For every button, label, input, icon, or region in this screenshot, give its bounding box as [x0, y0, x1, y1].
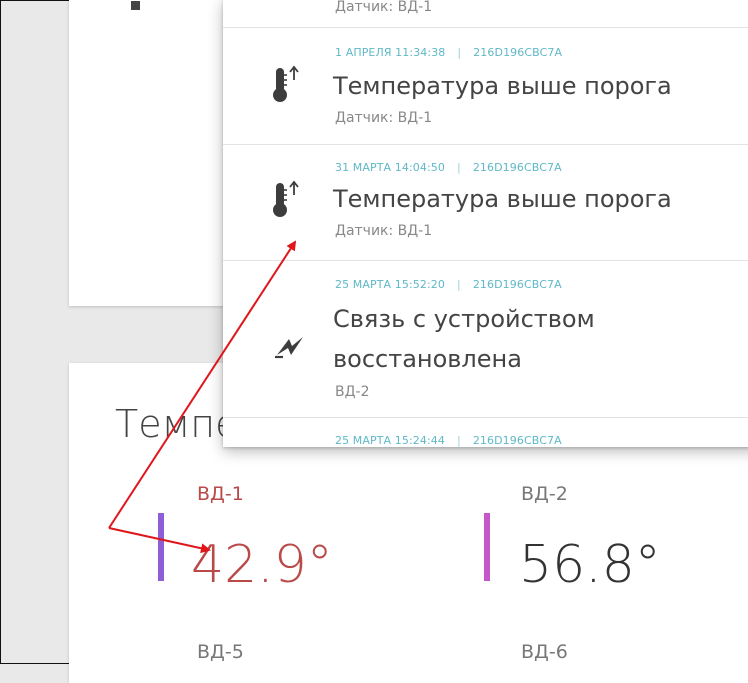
connection-restored-icon	[275, 337, 303, 359]
notification-item[interactable]: 25 МАРТА 15:24:44 | 216D196CBC7A	[223, 417, 748, 447]
notification-sensor: Датчик: ВД-1	[335, 223, 433, 239]
notification-meta: 31 МАРТА 14:04:50 | 216D196CBC7A	[335, 161, 562, 174]
notification-sensor: Датчик: ВД-1	[335, 110, 433, 126]
sensor-vd6[interactable]: ВД-6	[521, 641, 568, 663]
sensor-vd2[interactable]: ВД-2	[521, 483, 568, 505]
sensor-name: ВД-2	[521, 483, 568, 505]
notification-device-id: 216D196CBC7A	[472, 278, 562, 291]
notification-message-line1: Связь с устройством	[333, 305, 595, 333]
thermometer-up-icon	[273, 65, 299, 102]
sensor-vd1[interactable]: ВД-1	[197, 483, 244, 505]
notification-item[interactable]: Датчик: ВД-1	[223, 0, 748, 25]
notification-meta: 1 АПРЕЛЯ 11:34:38 | 216D196CBC7A	[335, 46, 562, 59]
notification-item[interactable]: 1 АПРЕЛЯ 11:34:38 | 216D196CBC7A Температу…	[223, 27, 748, 145]
notification-device-id: 216D196CBC7A	[473, 46, 563, 59]
notification-separator: |	[457, 278, 461, 291]
sensor-name: ВД-1	[197, 483, 244, 505]
notification-separator: |	[457, 46, 462, 59]
upper-card-glyph	[131, 1, 140, 10]
notifications-dropdown[interactable]: Датчик: ВД-1 1 АПРЕЛЯ 11:34:38 | 216D196CB…	[223, 0, 748, 447]
notification-datetime: 25 МАРТА 15:52:20	[335, 278, 445, 291]
screenshot-frame: Температура ВД-1 42.9° ВД-2 56.8° ВД-5 В…	[0, 0, 748, 683]
notification-meta: 25 МАРТА 15:24:44 | 216D196CBC7A	[335, 434, 562, 447]
notification-item[interactable]: 25 МАРТА 15:52:20 | 216D196CBC7A Связь с у…	[223, 260, 748, 418]
notification-datetime: 25 МАРТА 15:24:44	[335, 434, 445, 447]
sensor-name: ВД-6	[521, 641, 568, 663]
notification-message-line2: восстановлена	[333, 345, 522, 373]
notification-item[interactable]: 31 МАРТА 14:04:50 | 216D196CBC7A Температу…	[223, 144, 748, 261]
notification-message: Температура выше порога	[333, 72, 672, 100]
notification-separator: |	[457, 434, 461, 447]
notification-datetime: 1 АПРЕЛЯ 11:34:38	[335, 46, 446, 59]
notification-device-id: 216D196CBC7A	[472, 434, 562, 447]
notification-separator: |	[457, 161, 461, 174]
sensor-vd5[interactable]: ВД-5	[197, 641, 244, 663]
sensor-vd2-color-bar	[484, 513, 490, 581]
thermometer-up-icon	[273, 180, 299, 217]
sensor-vd1-value: 42.9°	[191, 535, 333, 595]
sensor-vd1-color-bar	[158, 513, 164, 581]
notification-datetime: 31 МАРТА 14:04:50	[335, 161, 445, 174]
sensor-vd2-value: 56.8°	[519, 535, 661, 595]
notification-sensor: ВД-2	[335, 384, 370, 400]
sensor-name: ВД-5	[197, 641, 244, 663]
notification-message: Температура выше порога	[333, 185, 672, 213]
notification-sensor: Датчик: ВД-1	[335, 0, 433, 15]
notification-meta: 25 МАРТА 15:52:20 | 216D196CBC7A	[335, 278, 562, 291]
notification-device-id: 216D196CBC7A	[472, 161, 562, 174]
